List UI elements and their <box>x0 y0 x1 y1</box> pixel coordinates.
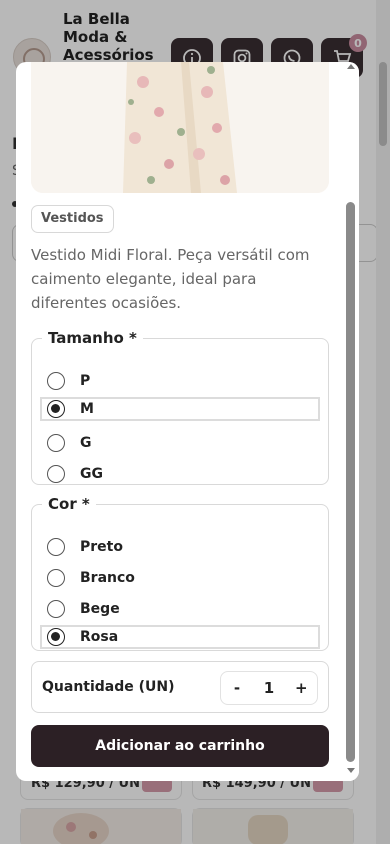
size-option-p[interactable]: P <box>40 369 320 393</box>
size-option-m[interactable]: M <box>40 397 320 421</box>
decrement-button[interactable]: - <box>231 679 243 697</box>
size-option-label: M <box>80 401 94 417</box>
color-fieldset: Cor * Preto Branco Bege Rosa <box>31 495 329 651</box>
color-option-label: Bege <box>80 601 120 617</box>
size-option-label: GG <box>80 466 103 482</box>
quantity-value[interactable]: 1 <box>264 679 274 697</box>
radio-button-checked[interactable] <box>47 400 65 418</box>
radio-button[interactable] <box>47 538 65 556</box>
color-option-branco[interactable]: Branco <box>40 566 320 590</box>
size-option-label: G <box>80 435 92 451</box>
size-legend: Tamanho * <box>48 329 137 347</box>
radio-button[interactable] <box>47 465 65 483</box>
radio-button-checked[interactable] <box>47 628 65 646</box>
product-photo <box>31 62 329 193</box>
color-option-preto[interactable]: Preto <box>40 535 320 559</box>
scroll-up-arrow-icon[interactable] <box>347 64 355 69</box>
radio-button[interactable] <box>47 600 65 618</box>
size-option-g[interactable]: G <box>40 431 320 455</box>
category-badge: Vestidos <box>31 205 114 233</box>
color-option-label: Rosa <box>80 629 119 645</box>
color-legend: Cor * <box>48 495 90 513</box>
scroll-down-arrow-icon[interactable] <box>347 768 355 773</box>
add-to-cart-button[interactable]: Adicionar ao carrinho <box>31 725 329 767</box>
quantity-box: Quantidade (UN) - 1 + <box>31 661 329 713</box>
radio-button[interactable] <box>47 569 65 587</box>
modal-scrollbar-thumb[interactable] <box>346 202 355 762</box>
floral-dress-image <box>31 62 329 193</box>
quantity-stepper[interactable]: - 1 + <box>220 671 318 705</box>
color-option-rosa[interactable]: Rosa <box>40 625 320 649</box>
quantity-label: Quantidade (UN) <box>42 679 175 695</box>
size-option-gg[interactable]: GG <box>40 462 320 486</box>
color-option-label: Preto <box>80 539 123 555</box>
product-modal: Vestidos Vestido Midi Floral. Peça versá… <box>16 62 359 781</box>
size-option-label: P <box>80 373 91 389</box>
color-option-label: Branco <box>80 570 135 586</box>
increment-button[interactable]: + <box>295 679 308 697</box>
product-description: Vestido Midi Floral. Peça versátil com c… <box>31 246 310 312</box>
radio-button[interactable] <box>47 372 65 390</box>
radio-button[interactable] <box>47 434 65 452</box>
size-fieldset: Tamanho * P M G GG <box>31 329 329 485</box>
color-option-bege[interactable]: Bege <box>40 597 320 621</box>
